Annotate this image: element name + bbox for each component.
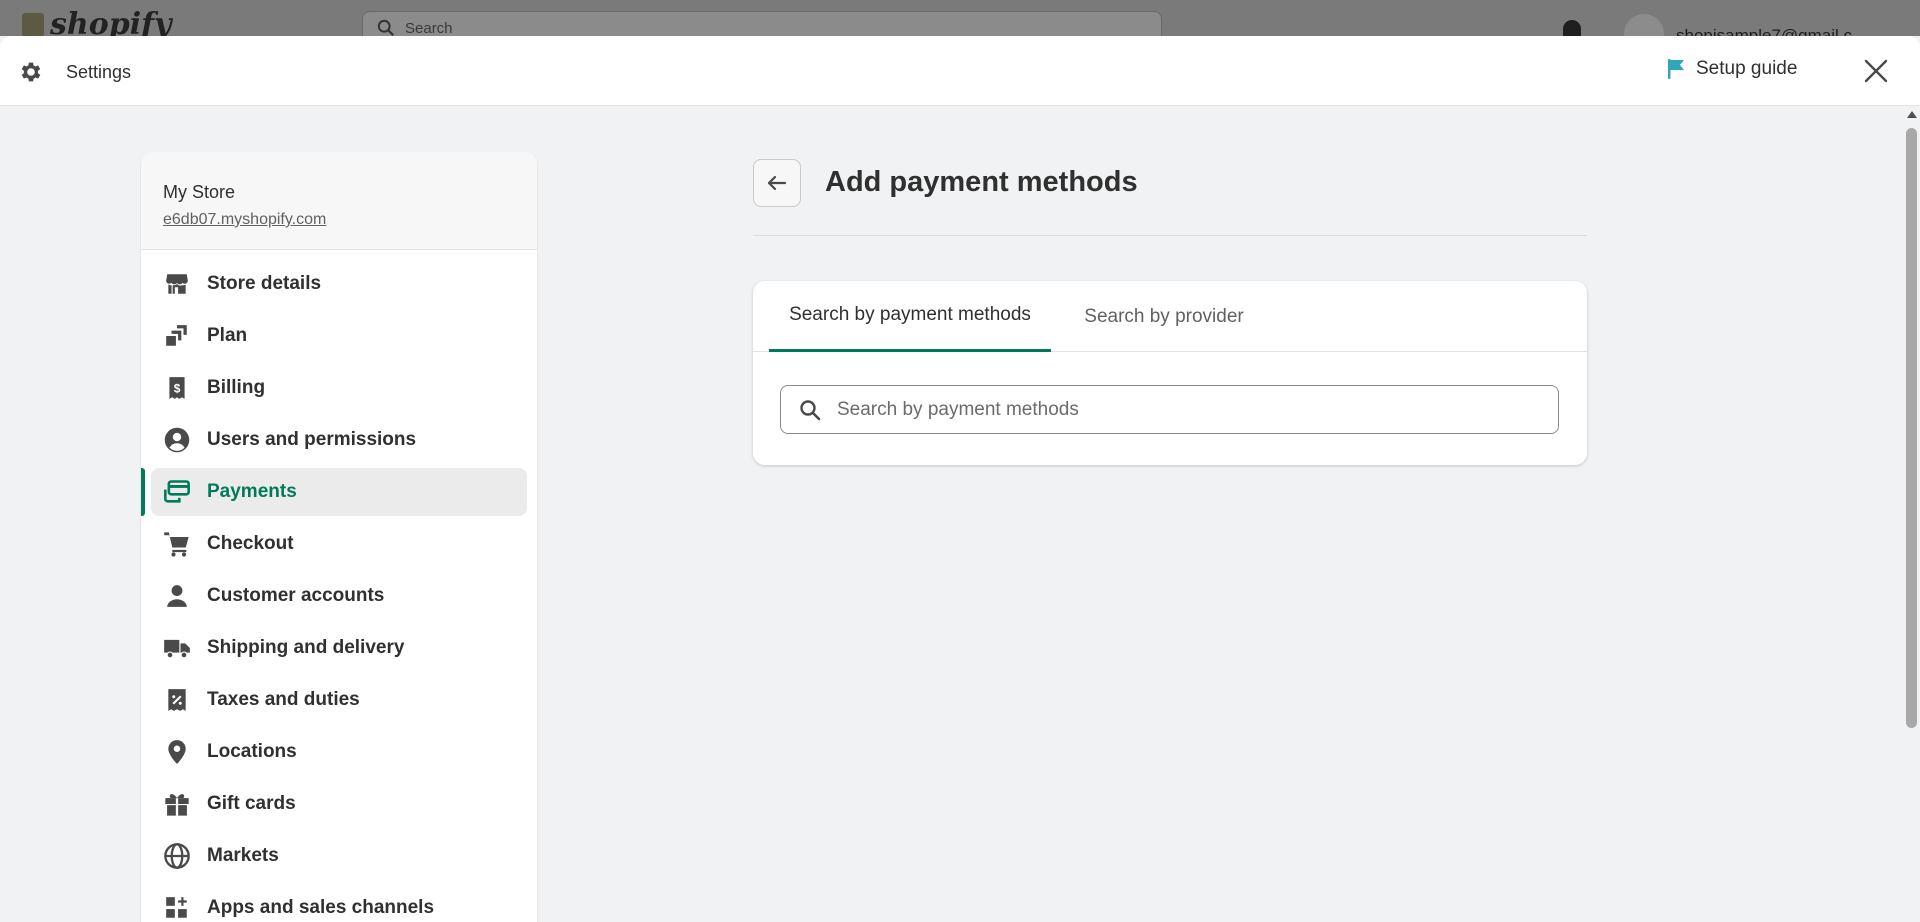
location-pin-icon [163, 738, 191, 766]
avatar [1624, 14, 1664, 36]
sidebar-item-customer-accounts[interactable]: Customer accounts [151, 572, 527, 620]
sidebar-item-plan[interactable]: Plan [151, 312, 527, 360]
payment-search-input[interactable] [835, 397, 1539, 422]
title-divider [753, 235, 1587, 236]
sidebar-item-label: Customer accounts [207, 585, 385, 606]
sidebar-item-label: Checkout [207, 533, 294, 554]
user-circle-icon [163, 426, 191, 454]
sidebar-item-label: Taxes and duties [207, 689, 360, 710]
sidebar-item-label: Gift cards [207, 793, 296, 814]
svg-text:$: $ [174, 381, 181, 395]
setup-guide-button[interactable]: Setup guide [1666, 58, 1797, 80]
background-search-bar: Search [362, 11, 1162, 36]
settings-modal: Settings Setup guide My Store e6db07.mys… [0, 36, 1920, 922]
payment-search-field[interactable] [780, 385, 1559, 434]
sidebar-item-label: Billing [207, 377, 266, 398]
billing-icon: $ [163, 374, 191, 402]
account-email: shopisample7@gmail.c [1676, 26, 1853, 36]
sidebar-item-label: Users and permissions [207, 429, 417, 450]
sidebar-item-label: Payments [207, 481, 297, 502]
sidebar-item-label: Apps and sales channels [207, 897, 435, 918]
shopify-wordmark: shopify [50, 7, 172, 37]
modal-header: Settings Setup guide [0, 36, 1920, 106]
shopify-logo: shopify [22, 10, 171, 36]
store-header: My Store e6db07.myshopify.com [141, 152, 537, 250]
payments-icon [163, 478, 191, 506]
settings-nav: Store details Plan $ Billing Users and p… [141, 250, 537, 922]
sidebar-item-checkout[interactable]: Checkout [151, 520, 527, 568]
scroll-thumb[interactable] [1906, 128, 1917, 728]
store-url-link[interactable]: e6db07.myshopify.com [163, 211, 326, 229]
apps-icon [163, 894, 191, 922]
page-title: Add payment methods [825, 166, 1138, 198]
scroll-up-arrow[interactable] [1907, 111, 1917, 118]
plan-icon [163, 322, 191, 350]
sidebar-item-label: Shipping and delivery [207, 637, 405, 658]
person-icon [163, 582, 191, 610]
sidebar-item-taxes[interactable]: Taxes and duties [151, 676, 527, 724]
sidebar-item-users[interactable]: Users and permissions [151, 416, 527, 464]
sidebar-item-label: Plan [207, 325, 248, 346]
payment-search-card: Search by payment methods Search by prov… [753, 281, 1587, 465]
gift-icon [163, 790, 191, 818]
sidebar-item-locations[interactable]: Locations [151, 728, 527, 776]
arrow-left-icon [767, 175, 787, 191]
sidebar-item-label: Markets [207, 845, 279, 866]
cart-icon [163, 530, 191, 558]
store-icon [163, 270, 191, 298]
tab-search-by-provider[interactable]: Search by provider [1069, 281, 1259, 352]
truck-icon [163, 634, 191, 662]
tax-icon [163, 686, 191, 714]
setup-guide-label: Setup guide [1696, 58, 1798, 79]
sidebar-item-store-details[interactable]: Store details [151, 260, 527, 308]
sidebar-item-payments[interactable]: Payments [141, 468, 527, 516]
sidebar-item-label: Locations [207, 741, 297, 762]
close-icon[interactable] [1862, 57, 1890, 85]
background-topbar: shopify Search shopisample7@gmail.c [0, 0, 1920, 36]
search-icon [800, 399, 821, 420]
sidebar-item-billing[interactable]: $ Billing [151, 364, 527, 412]
bell-icon [1563, 20, 1581, 36]
sidebar-item-apps[interactable]: Apps and sales channels [151, 884, 527, 922]
sidebar-item-label: Store details [207, 273, 322, 294]
gear-icon [21, 62, 41, 82]
sidebar-item-markets[interactable]: Markets [151, 832, 527, 880]
background-search-placeholder: Search [405, 19, 453, 37]
settings-sidebar: My Store e6db07.myshopify.com Store deta… [141, 152, 537, 922]
globe-icon [163, 842, 191, 870]
tab-search-by-payment-methods[interactable]: Search by payment methods [769, 281, 1051, 352]
store-name: My Store [163, 182, 236, 202]
flag-icon [1668, 59, 1684, 79]
settings-title: Settings [66, 62, 132, 82]
search-icon [377, 19, 394, 36]
sidebar-item-gift-cards[interactable]: Gift cards [151, 780, 527, 828]
search-tabs: Search by payment methods Search by prov… [753, 281, 1587, 352]
scrollbar[interactable] [1903, 107, 1920, 922]
sidebar-item-shipping[interactable]: Shipping and delivery [151, 624, 527, 672]
back-button[interactable] [753, 159, 801, 207]
shopify-bag-icon [22, 13, 44, 36]
